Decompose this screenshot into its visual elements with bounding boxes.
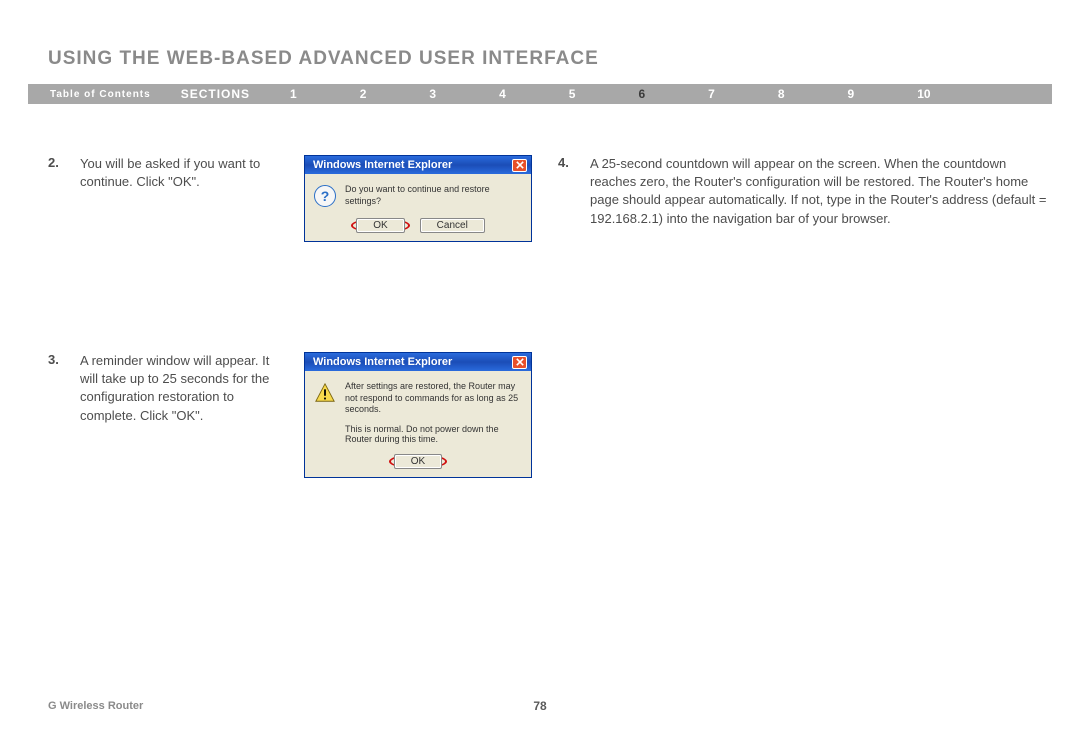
- ok-button[interactable]: OK: [394, 454, 442, 469]
- step-text: A reminder window will appear. It will t…: [80, 352, 290, 478]
- dialog-message: After settings are restored, the Router …: [345, 381, 523, 416]
- dialog-message-2: This is normal. Do not power down the Ro…: [345, 424, 523, 444]
- close-icon[interactable]: [512, 356, 527, 369]
- step-text: You will be asked if you want to continu…: [80, 155, 290, 242]
- section-link-8[interactable]: 8: [778, 87, 785, 101]
- highlight-oval: OK: [389, 454, 447, 469]
- toc-link[interactable]: Table of Contents: [28, 89, 151, 100]
- step-number: 3.: [48, 352, 66, 478]
- dialog-titlebar: Windows Internet Explorer: [305, 156, 531, 174]
- ok-button[interactable]: OK: [356, 218, 404, 233]
- question-icon: ?: [313, 184, 337, 208]
- step-number: 4.: [558, 155, 576, 228]
- dialog-message: Do you want to continue and restore sett…: [345, 184, 523, 207]
- page-number: 78: [48, 699, 1032, 713]
- dialog-titlebar: Windows Internet Explorer: [305, 353, 531, 371]
- sections-label: SECTIONS: [151, 87, 250, 101]
- step-2: 2. You will be asked if you want to cont…: [48, 155, 538, 242]
- section-navbar: Table of Contents SECTIONS 1 2 3 4 5 6 7 8 9 10: [28, 84, 1052, 104]
- page-footer: G Wireless Router 78: [48, 700, 1032, 712]
- section-link-3[interactable]: 3: [429, 87, 436, 101]
- section-link-6[interactable]: 6: [638, 87, 645, 101]
- highlight-oval: OK: [351, 218, 409, 233]
- section-link-4[interactable]: 4: [499, 87, 506, 101]
- close-icon[interactable]: [512, 159, 527, 172]
- step-4: 4. A 25-second countdown will appear on …: [558, 155, 1048, 228]
- dialog-confirm-restore: Windows Internet Explorer ? Do you want …: [304, 155, 532, 242]
- dialog-reminder: Windows Internet Explorer: [304, 352, 532, 478]
- dialog-title: Windows Internet Explorer: [313, 159, 452, 171]
- section-link-7[interactable]: 7: [708, 87, 715, 101]
- section-link-9[interactable]: 9: [848, 87, 855, 101]
- dialog-title: Windows Internet Explorer: [313, 356, 452, 368]
- section-link-1[interactable]: 1: [290, 87, 297, 101]
- section-link-5[interactable]: 5: [569, 87, 576, 101]
- step-3: 3. A reminder window will appear. It wil…: [48, 352, 538, 478]
- section-link-2[interactable]: 2: [360, 87, 367, 101]
- section-link-10[interactable]: 10: [917, 87, 930, 101]
- page-heading: USING THE WEB-BASED ADVANCED USER INTERF…: [48, 48, 599, 70]
- cancel-button[interactable]: Cancel: [420, 218, 485, 233]
- warning-icon: [313, 381, 337, 405]
- step-text: A 25-second countdown will appear on the…: [590, 155, 1048, 228]
- step-number: 2.: [48, 155, 66, 242]
